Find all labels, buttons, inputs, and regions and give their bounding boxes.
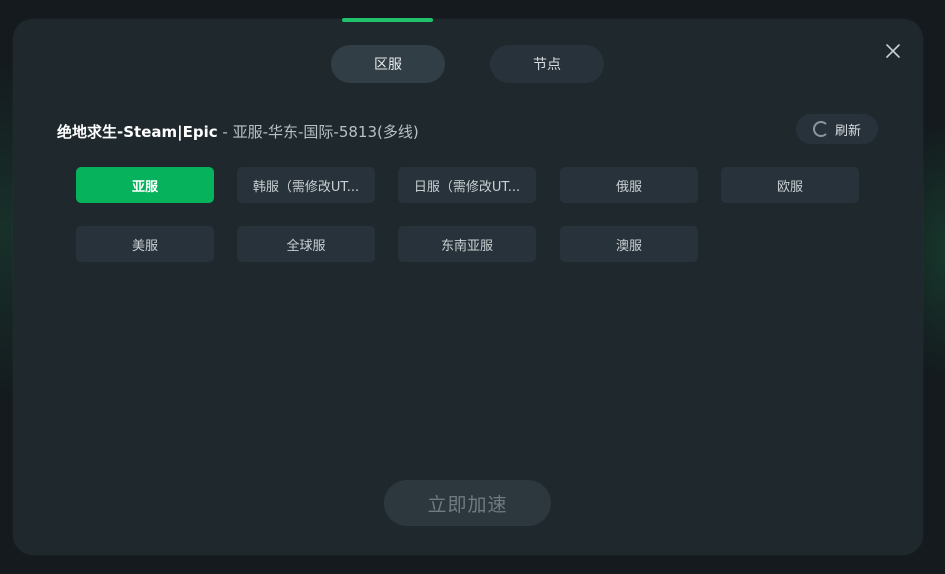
tab-node-label: 节点 <box>533 57 561 73</box>
region-label: 亚服 <box>131 179 158 195</box>
tab-region[interactable]: 区服 <box>331 45 445 83</box>
region-select-dialog: 区服 节点 绝地求生-Steam|Epic - 亚服-华东-国际-5813(多线… <box>13 19 923 555</box>
region-button-korea[interactable]: 韩服（需修改UT... <box>237 167 375 203</box>
region-label: 澳服 <box>615 238 642 254</box>
server-name: 亚服-华东-国际-5813(多线) <box>232 123 419 141</box>
region-button-europe[interactable]: 欧服 <box>721 167 859 203</box>
region-button-america[interactable]: 美服 <box>76 226 214 262</box>
game-name: 绝地求生-Steam|Epic <box>57 123 218 141</box>
region-button-australia[interactable]: 澳服 <box>560 226 698 262</box>
close-icon <box>886 44 900 58</box>
top-progress-indicator <box>342 18 433 22</box>
region-label: 全球服 <box>286 238 326 254</box>
tab-region-label: 区服 <box>374 57 402 73</box>
region-label: 东南亚服 <box>440 238 493 254</box>
region-label: 欧服 <box>776 179 803 195</box>
region-button-southeast-asia[interactable]: 东南亚服 <box>398 226 536 262</box>
selected-server-title: 绝地求生-Steam|Epic - 亚服-华东-国际-5813(多线) <box>57 121 419 142</box>
region-button-asia[interactable]: 亚服 <box>76 167 214 203</box>
refresh-label: 刷新 <box>834 123 861 139</box>
title-separator: - <box>217 123 233 141</box>
refresh-button[interactable]: 刷新 <box>796 114 878 144</box>
region-button-global[interactable]: 全球服 <box>237 226 375 262</box>
accelerate-label: 立即加速 <box>427 493 508 516</box>
tab-node[interactable]: 节点 <box>490 45 604 83</box>
region-label: 俄服 <box>615 179 642 195</box>
region-label: 美服 <box>131 238 158 254</box>
region-button-russia[interactable]: 俄服 <box>560 167 698 203</box>
loading-spinner-icon <box>812 121 829 137</box>
region-label: 日服（需修改UT... <box>413 179 521 195</box>
close-button[interactable] <box>881 39 905 63</box>
region-button-japan[interactable]: 日服（需修改UT... <box>398 167 536 203</box>
region-label: 韩服（需修改UT... <box>252 179 360 195</box>
accelerate-now-button[interactable]: 立即加速 <box>384 480 551 526</box>
